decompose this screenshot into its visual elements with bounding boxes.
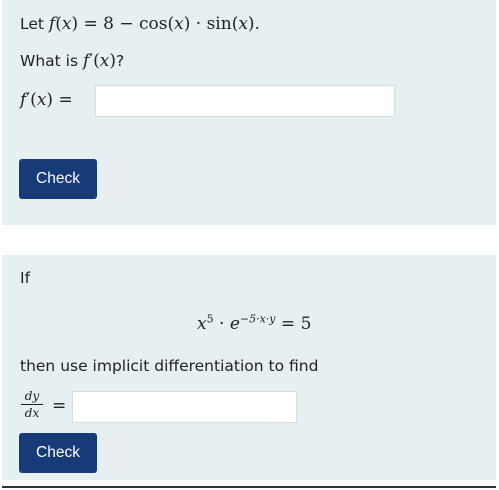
q1-function-formula: f(x) = 8 − cos(x) · sin(x).: [48, 14, 260, 34]
q2-check-button[interactable]: Check: [19, 433, 97, 473]
q1-derivative-symbol: f′(x): [82, 51, 117, 71]
q2-equation: x5 · e−5·x·y = 5: [197, 312, 312, 334]
fraction-numerator: dy: [24, 389, 40, 403]
q1-question-text: What is: [20, 52, 79, 70]
q2-if-label: If: [20, 269, 31, 287]
q1-answer-input[interactable]: [95, 85, 395, 117]
q2-answer-input[interactable]: [72, 391, 297, 423]
q1-check-button[interactable]: Check: [19, 159, 97, 199]
bottom-divider: [2, 486, 496, 488]
q1-intro-text: Let: [20, 15, 44, 33]
q2-equals-sign: =: [52, 396, 67, 416]
q1-answer-label: f′(x) =: [20, 90, 73, 110]
q2-instruction-text: then use implicit differentiation to fin…: [20, 357, 319, 375]
q1-question: What is f′(x)?: [20, 51, 125, 71]
q1-statement: Let f(x) = 8 − cos(x) · sin(x).: [20, 14, 260, 34]
dy-dx-fraction: dy dx: [20, 389, 44, 420]
fraction-bar: [21, 404, 43, 405]
fraction-denominator: dx: [24, 406, 40, 420]
